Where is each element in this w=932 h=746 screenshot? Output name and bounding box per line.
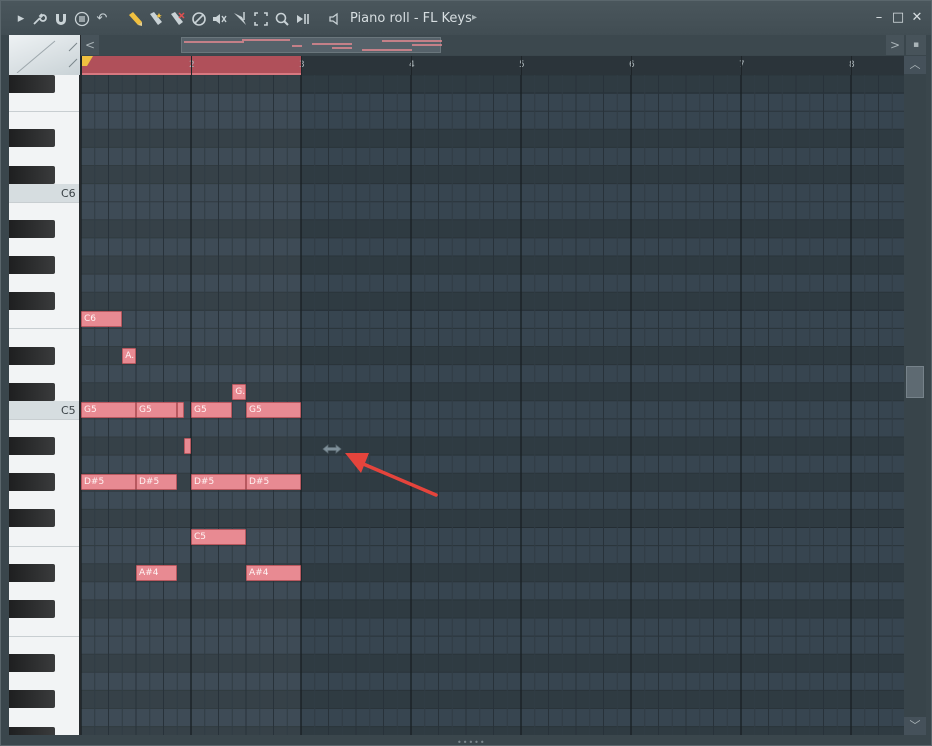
- white-key-separator: [9, 636, 79, 638]
- resize-grip-icon[interactable]: •••••: [457, 738, 486, 745]
- note[interactable]: G5: [136, 401, 178, 418]
- minimize-button[interactable]: –: [871, 10, 887, 26]
- overview-strip[interactable]: < >: [81, 35, 904, 55]
- maximize-button[interactable]: □: [890, 10, 906, 26]
- playback-icon[interactable]: [295, 11, 311, 27]
- black-key[interactable]: [9, 129, 55, 148]
- annotation-arrow-icon: [345, 453, 438, 497]
- corner-diagonal-icon: [16, 40, 78, 73]
- title-arrow-icon[interactable]: ▸: [472, 12, 477, 23]
- play-arrow-icon[interactable]: ▸: [13, 11, 29, 27]
- window-title: Piano roll - FL Keys: [350, 11, 472, 26]
- black-key[interactable]: [9, 219, 55, 238]
- pencil-icon[interactable]: [127, 11, 143, 27]
- black-key[interactable]: [9, 75, 55, 93]
- piano-roll-window: ▸ ↶ Piano roll - FL Keys ▸ – □ ✕ < > ▪ C…: [0, 0, 932, 746]
- note[interactable]: G5: [81, 401, 136, 418]
- mute-icon[interactable]: [191, 11, 207, 27]
- black-key[interactable]: [9, 165, 55, 184]
- playhead-marker[interactable]: [81, 56, 93, 66]
- note[interactable]: A#4: [136, 564, 178, 581]
- white-key-separator: [9, 111, 79, 113]
- black-key[interactable]: [9, 437, 55, 455]
- undo-icon[interactable]: ↶: [94, 11, 110, 27]
- bar-tick: [521, 56, 522, 75]
- note[interactable]: D#5: [136, 474, 178, 491]
- delete-icon[interactable]: [169, 11, 185, 27]
- white-key-separator: [9, 545, 79, 547]
- black-key[interactable]: [9, 473, 55, 492]
- speaker-icon: [328, 11, 344, 27]
- vertical-scroll-thumb[interactable]: [906, 366, 924, 398]
- bar-tick: [631, 56, 632, 75]
- white-key-separator: [9, 418, 79, 420]
- note[interactable]: A#4: [246, 564, 301, 581]
- magnet-icon[interactable]: [53, 11, 69, 27]
- bar-tick: [411, 56, 412, 75]
- bar-tick: [851, 56, 852, 75]
- zoom-icon[interactable]: [274, 11, 290, 27]
- black-key[interactable]: [9, 292, 55, 311]
- note[interactable]: D#5: [246, 474, 301, 491]
- note[interactable]: C5: [191, 528, 246, 545]
- close-button[interactable]: ✕: [909, 10, 925, 26]
- overview-right-arrow[interactable]: >: [886, 35, 904, 55]
- vertical-scrollbar[interactable]: ︿ ﹀: [904, 56, 926, 735]
- note[interactable]: G.: [232, 383, 247, 400]
- note[interactable]: D#5: [81, 474, 136, 491]
- scroll-up-arrow[interactable]: ︿: [904, 56, 926, 74]
- white-key-separator: [9, 328, 79, 330]
- note[interactable]: C6: [81, 311, 123, 328]
- black-key[interactable]: [9, 599, 55, 618]
- select-icon[interactable]: [253, 11, 269, 27]
- bar-tick: [81, 56, 82, 75]
- scroll-down-arrow[interactable]: ﹀: [904, 717, 926, 735]
- paint-icon[interactable]: [148, 11, 164, 27]
- note[interactable]: G5: [191, 401, 233, 418]
- note[interactable]: [184, 438, 191, 454]
- speaker-mute-icon[interactable]: [211, 11, 227, 27]
- overview-menu-button[interactable]: ▪: [906, 35, 926, 55]
- black-key[interactable]: [9, 690, 55, 709]
- note[interactable]: G5: [246, 401, 301, 418]
- overview-left-arrow[interactable]: <: [81, 35, 99, 55]
- note[interactable]: A.: [122, 347, 137, 364]
- title-bar[interactable]: ▸ ↶ Piano roll - FL Keys ▸ – □ ✕: [1, 1, 931, 35]
- overview-notes-preview: [184, 39, 442, 51]
- overview-scroll-thumb[interactable]: [181, 37, 442, 53]
- white-key-separator: [9, 201, 79, 203]
- octave-label: C6: [61, 186, 76, 200]
- menu-icon[interactable]: [74, 11, 90, 27]
- bar-tick: [741, 56, 742, 75]
- black-key[interactable]: [9, 654, 55, 673]
- black-key[interactable]: [9, 509, 55, 528]
- bar-tick: [301, 56, 302, 75]
- black-key[interactable]: [9, 346, 55, 365]
- slice-icon[interactable]: [232, 11, 248, 27]
- octave-label: C5: [61, 403, 76, 417]
- black-key[interactable]: [9, 563, 55, 582]
- bar-tick: [191, 56, 192, 75]
- note-grid[interactable]: C6 A. G. G5 G5 G5 G5 D#5 D#5 D#5 D#5 C5 A#4 A#4: [81, 75, 904, 735]
- timeline-ruler[interactable]: 2345678: [81, 56, 904, 75]
- note[interactable]: [177, 401, 185, 418]
- black-key[interactable]: [9, 382, 55, 401]
- black-key[interactable]: [9, 256, 55, 274]
- black-key[interactable]: [9, 726, 55, 735]
- piano-keyboard[interactable]: C6 C5: [9, 75, 81, 735]
- note[interactable]: D#5: [191, 474, 246, 491]
- wrench-icon[interactable]: [31, 11, 47, 27]
